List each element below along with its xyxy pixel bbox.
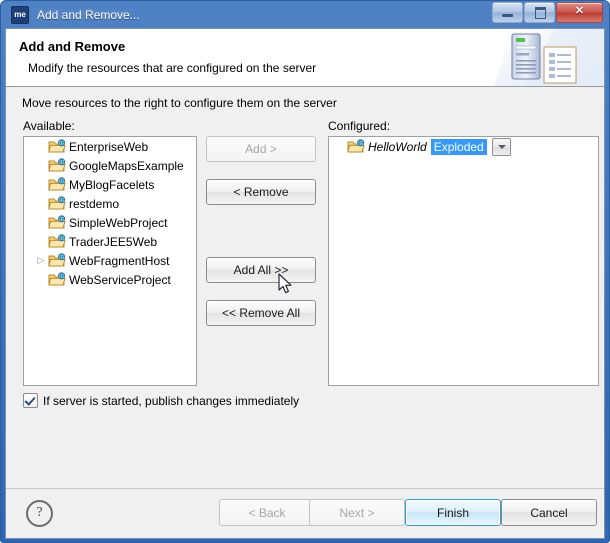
dialog-body: Move resources to the right to configure… [6, 88, 604, 489]
list-item[interactable]: MyBlogFacelets [24, 175, 196, 194]
web-project-icon [347, 138, 365, 155]
chevron-down-icon[interactable] [491, 137, 511, 156]
remove-all-button[interactable]: << Remove All [206, 300, 316, 326]
close-icon: ✕ [574, 5, 585, 17]
remove-button[interactable]: < Remove [206, 179, 316, 205]
deploy-mode-value: Exploded [430, 138, 487, 155]
configured-label: Configured: [328, 119, 391, 133]
web-project-icon [48, 252, 66, 269]
minimize-button[interactable] [492, 2, 523, 23]
configured-item-label: HelloWorld [368, 139, 427, 154]
dialog-client-area: Add and Remove Modify the resources that… [5, 28, 605, 539]
list-item-label: GoogleMapsExample [69, 158, 184, 173]
dialog-footer: ? < Back Next > Finish Cancel [6, 488, 604, 538]
wizard-header: Add and Remove Modify the resources that… [6, 29, 604, 87]
app-icon: me [11, 5, 29, 24]
list-item-label: EnterpriseWeb [69, 139, 149, 154]
web-project-icon [48, 271, 66, 288]
list-item[interactable]: ▷ WebFragmentHost [24, 251, 196, 270]
list-item[interactable]: HelloWorld Exploded [329, 137, 598, 156]
back-button[interactable]: < Back [219, 499, 315, 526]
maximize-button[interactable] [524, 2, 555, 23]
help-icon[interactable]: ? [26, 500, 53, 527]
list-item[interactable]: SimpleWebProject [24, 213, 196, 232]
available-list[interactable]: EnterpriseWeb GoogleMapsExample MyBlogFa… [23, 136, 197, 386]
finish-button[interactable]: Finish [405, 499, 501, 526]
list-item-label: WebFragmentHost [69, 253, 170, 268]
publish-immediately-checkbox[interactable] [23, 393, 38, 408]
list-item-label: TraderJEE5Web [69, 234, 158, 249]
list-item-label: SimpleWebProject [69, 215, 168, 230]
list-item[interactable]: GoogleMapsExample [24, 156, 196, 175]
window-title: Add and Remove... [37, 7, 140, 22]
deploy-mode-combo[interactable]: Exploded [430, 137, 511, 156]
web-project-icon [48, 138, 66, 155]
page-subtitle: Modify the resources that are configured… [28, 61, 317, 75]
dialog-window: me Add and Remove... ✕ Add and Remove Mo… [0, 0, 610, 543]
list-item[interactable]: EnterpriseWeb [24, 137, 196, 156]
maximize-icon [535, 7, 546, 19]
list-item[interactable]: restdemo [24, 194, 196, 213]
publish-immediately-row[interactable]: If server is started, publish changes im… [23, 393, 299, 408]
expand-arrow-icon[interactable]: ▷ [34, 251, 48, 270]
list-item[interactable]: TraderJEE5Web [24, 232, 196, 251]
window-controls: ✕ [492, 2, 603, 23]
instruction-text: Move resources to the right to configure… [22, 96, 337, 110]
web-project-icon [48, 195, 66, 212]
add-button[interactable]: Add > [206, 136, 316, 162]
page-title: Add and Remove [19, 39, 126, 54]
close-button[interactable]: ✕ [556, 2, 603, 23]
add-all-button[interactable]: Add All >> [206, 257, 316, 283]
available-label: Available: [23, 119, 75, 133]
publish-immediately-label: If server is started, publish changes im… [43, 393, 300, 408]
configured-list[interactable]: HelloWorld Exploded [328, 136, 599, 386]
web-project-icon [48, 233, 66, 250]
list-item-label: restdemo [69, 196, 120, 211]
cancel-button[interactable]: Cancel [501, 499, 597, 526]
title-bar: me Add and Remove... ✕ [5, 1, 605, 28]
list-item-label: WebServiceProject [69, 272, 171, 287]
list-item-label: MyBlogFacelets [69, 177, 155, 192]
minimize-icon [502, 14, 513, 17]
list-item[interactable]: WebServiceProject [24, 270, 196, 289]
web-project-icon [48, 176, 66, 193]
web-project-icon [48, 157, 66, 174]
next-button[interactable]: Next > [309, 499, 405, 526]
server-and-document-icon [494, 29, 604, 86]
web-project-icon [48, 214, 66, 231]
